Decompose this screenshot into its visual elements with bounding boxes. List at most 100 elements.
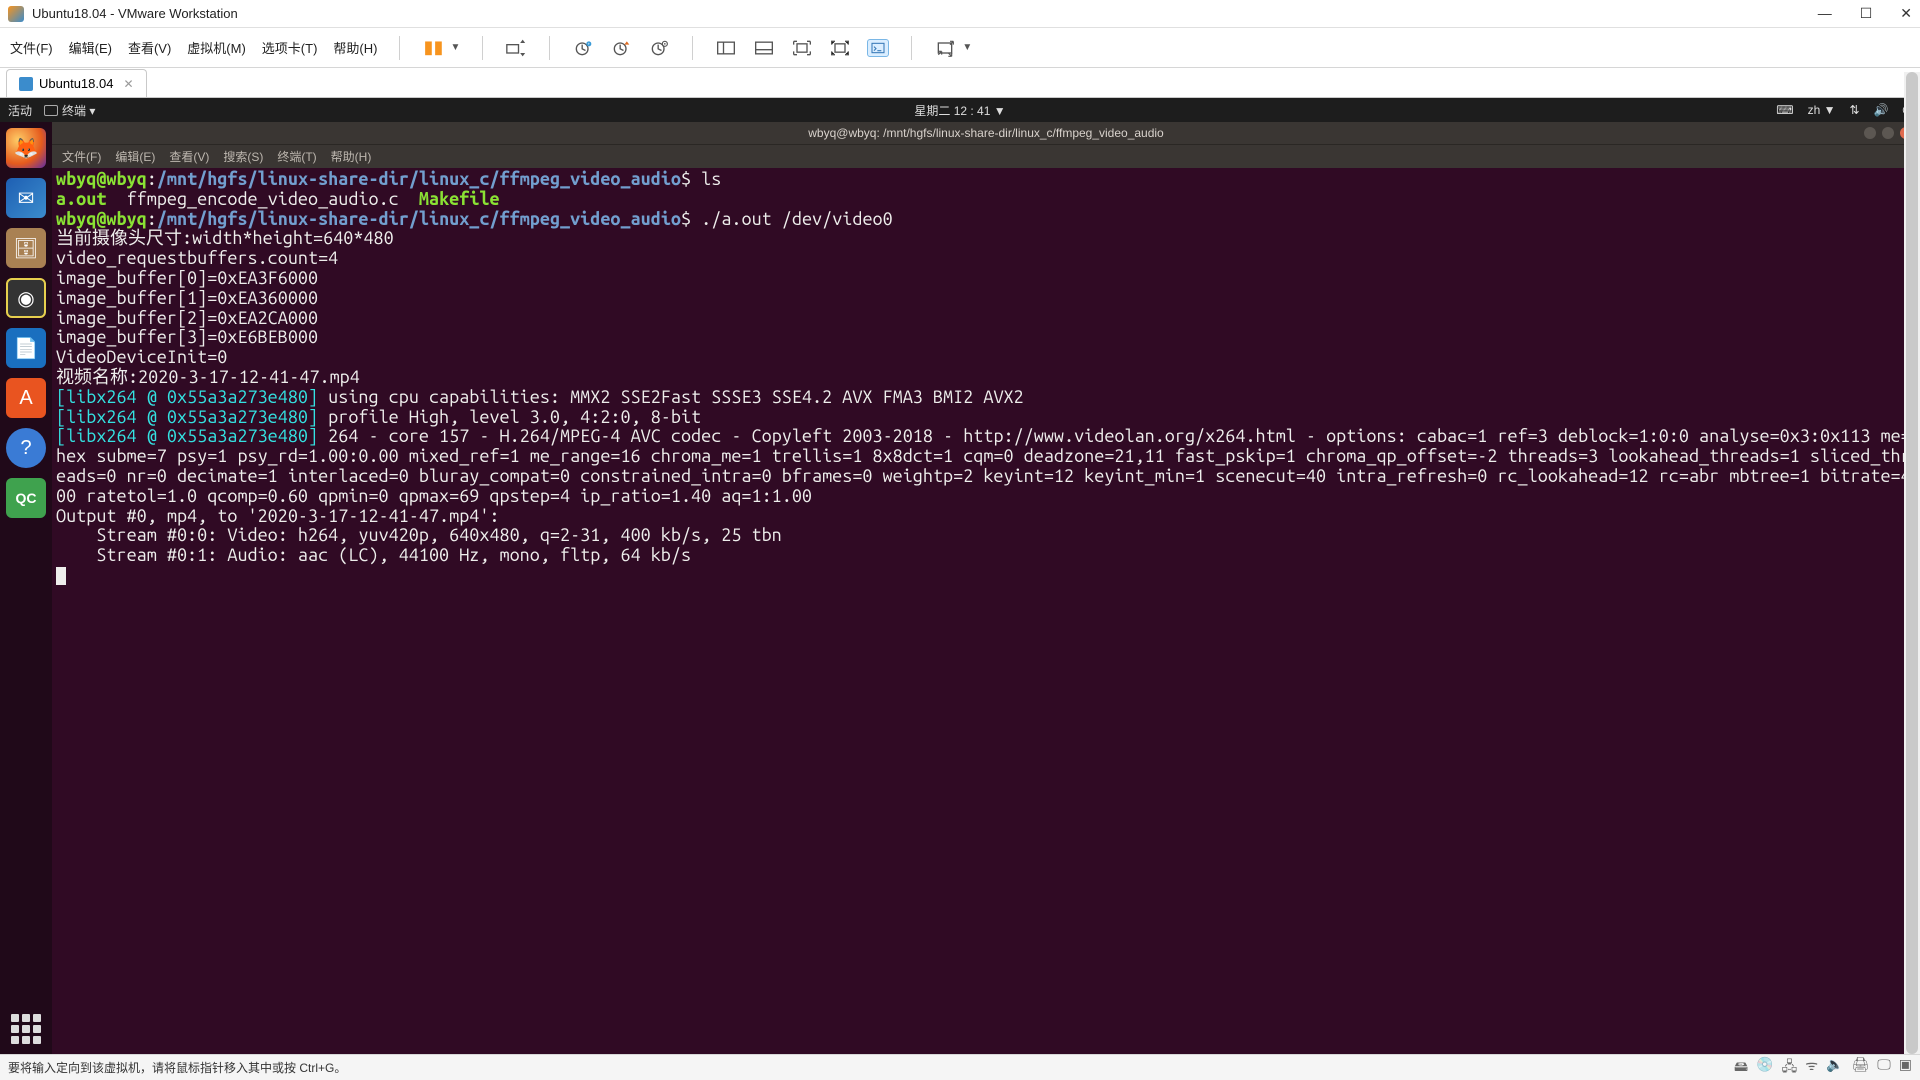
- vmware-menubar: 文件(F) 编辑(E) 查看(V) 虚拟机(M) 选项卡(T) 帮助(H) ▮▮…: [0, 28, 1920, 68]
- device-cd-icon[interactable]: 💿: [1756, 1056, 1773, 1080]
- menu-vm[interactable]: 虚拟机(M): [187, 38, 246, 57]
- out-buf1: image_buffer[1]=0xEA360000: [56, 288, 318, 308]
- vmware-scrollbar[interactable]: [1904, 72, 1920, 1054]
- vmware-tabstrip: Ubuntu18.04 ✕: [0, 68, 1920, 98]
- ubuntu-dock: 🦊 ✉ 🗄 ◉ 📄 A ? >_ QC: [0, 122, 52, 1054]
- quick-switch-icon[interactable]: [867, 39, 889, 57]
- toolbar-separator: [399, 36, 400, 60]
- system-tray: ⌨ zh ▼ ⇅ 🔊 ⏻: [1776, 103, 1912, 118]
- dock-firefox-icon[interactable]: 🦊: [6, 128, 46, 168]
- term-menu-search[interactable]: 搜索(S): [223, 148, 263, 165]
- dock-writer-icon[interactable]: 📄: [6, 328, 46, 368]
- unity-mode-icon[interactable]: [829, 39, 851, 57]
- terminal-minimize-icon[interactable]: [1864, 127, 1876, 139]
- terminal-mini-icon: [44, 105, 58, 116]
- terminal-maximize-icon[interactable]: [1882, 127, 1894, 139]
- stretch-guest-icon[interactable]: [934, 39, 956, 57]
- prompt-user: wbyq@wbyq: [56, 169, 147, 189]
- toolbar-separator-2: [482, 36, 483, 60]
- out-vname: 视频名称:2020-3-17-12-41-47.mp4: [56, 367, 360, 387]
- snapshot-take-icon[interactable]: +: [572, 39, 594, 57]
- view-single-icon[interactable]: [715, 39, 737, 57]
- terminal-output[interactable]: wbyq@wbyq:/mnt/hgfs/linux-share-dir/linu…: [52, 168, 1920, 588]
- view-console-icon[interactable]: [753, 39, 775, 57]
- maximize-button[interactable]: ☐: [1860, 5, 1873, 22]
- out-buf0: image_buffer[0]=0xEA3F6000: [56, 268, 318, 288]
- menu-view[interactable]: 查看(V): [128, 38, 171, 57]
- terminal-titlebar: wbyq@wbyq: /mnt/hgfs/linux-share-dir/lin…: [52, 122, 1920, 144]
- top-app-label: 终端 ▾: [62, 102, 95, 119]
- snapshot-revert-icon[interactable]: [610, 39, 632, 57]
- out-output: Output #0, mp4, to '2020-3-17-12-41-47.m…: [56, 506, 500, 526]
- activities-button[interactable]: 活动: [8, 102, 32, 119]
- device-network-icon[interactable]: 🖧: [1782, 1056, 1798, 1080]
- ls-source: ffmpeg_encode_video_audio.c: [127, 189, 399, 209]
- libx264-cpu: using cpu capabilities: MMX2 SSE2Fast SS…: [318, 387, 1024, 407]
- out-camsize: 当前摄像头尺寸:width*height=640*480: [56, 228, 394, 248]
- dock-software-icon[interactable]: A: [6, 378, 46, 418]
- device-sound-icon[interactable]: 🔈: [1826, 1056, 1843, 1080]
- terminal-window-title: wbyq@wbyq: /mnt/hgfs/linux-share-dir/lin…: [808, 126, 1163, 140]
- term-menu-terminal[interactable]: 终端(T): [277, 148, 316, 165]
- vm-tab-ubuntu[interactable]: Ubuntu18.04 ✕: [6, 69, 147, 97]
- vm-tab-label: Ubuntu18.04: [39, 76, 113, 91]
- device-usb-icon[interactable]: ᯤ: [1805, 1056, 1818, 1080]
- snapshot-manager-icon[interactable]: [648, 39, 670, 57]
- cmd-ls: ls: [701, 169, 721, 189]
- out-buf3: image_buffer[3]=0xE6BEB000: [56, 327, 318, 347]
- out-stream0: Stream #0:0: Video: h264, yuv420p, 640x4…: [56, 525, 782, 545]
- device-camera-icon[interactable]: ▣: [1899, 1056, 1912, 1080]
- term-menu-file[interactable]: 文件(F): [62, 148, 101, 165]
- term-menu-view[interactable]: 查看(V): [169, 148, 209, 165]
- out-reqbuf: video_requestbuffers.count=4: [56, 248, 338, 268]
- toolbar-separator-3: [549, 36, 550, 60]
- device-hdd-icon[interactable]: 🖴: [1734, 1056, 1748, 1080]
- ubuntu-top-panel: 活动 终端 ▾ 星期二 12 : 41 ▼ ⌨ zh ▼ ⇅ 🔊 ⏻: [0, 98, 1920, 122]
- ls-aout: a.out: [56, 189, 106, 209]
- menu-help[interactable]: 帮助(H): [333, 38, 377, 57]
- minimize-button[interactable]: —: [1818, 5, 1832, 22]
- vm-tab-close-icon[interactable]: ✕: [123, 77, 133, 91]
- clock[interactable]: 星期二 12 : 41 ▼: [914, 102, 1005, 119]
- language-indicator[interactable]: zh ▼: [1808, 103, 1836, 117]
- dock-rhythmbox-icon[interactable]: ◉: [6, 278, 46, 318]
- stretch-dropdown-caret[interactable]: ▼: [962, 42, 972, 53]
- vmware-device-icons: 🖴 💿 🖧 ᯤ 🔈 🖨 🖵 ▣: [1734, 1056, 1912, 1080]
- menu-tabs[interactable]: 选项卡(T): [262, 38, 318, 57]
- send-ctrl-alt-del-icon[interactable]: [505, 39, 527, 57]
- dock-thunderbird-icon[interactable]: ✉: [6, 178, 46, 218]
- pause-vm-icon[interactable]: ▮▮: [422, 39, 444, 57]
- libx264-tag: [libx264 @ 0x55a3a273e480]: [56, 387, 318, 407]
- vmware-window-title: Ubuntu18.04 - VMware Workstation: [32, 6, 238, 21]
- volume-icon[interactable]: 🔊: [1874, 103, 1889, 117]
- terminal-window: wbyq@wbyq: /mnt/hgfs/linux-share-dir/lin…: [52, 122, 1920, 1054]
- dock-help-icon[interactable]: ?: [6, 428, 46, 468]
- fullscreen-icon[interactable]: [791, 39, 813, 57]
- menu-file[interactable]: 文件(F): [10, 38, 53, 57]
- cmd-run: ./a.out /dev/video0: [701, 209, 893, 229]
- top-app-indicator[interactable]: 终端 ▾: [44, 102, 95, 119]
- status-hint: 要将输入定向到该虚拟机，请将鼠标指针移入其中或按 Ctrl+G。: [8, 1059, 346, 1076]
- term-menu-help[interactable]: 帮助(H): [331, 148, 372, 165]
- vm-tab-icon: [19, 77, 33, 91]
- dock-files-icon[interactable]: 🗄: [6, 228, 46, 268]
- network-icon[interactable]: ⇅: [1849, 103, 1859, 117]
- terminal-menubar: 文件(F) 编辑(E) 查看(V) 搜索(S) 终端(T) 帮助(H): [52, 144, 1920, 168]
- libx264-options: 264 - core 157 - H.264/MPEG-4 AVC codec …: [56, 426, 1911, 505]
- close-button[interactable]: ✕: [1900, 5, 1912, 22]
- dock-show-apps-icon[interactable]: [11, 1014, 41, 1044]
- term-menu-edit[interactable]: 编辑(E): [115, 148, 155, 165]
- dock-qtcreator-icon[interactable]: QC: [6, 478, 46, 518]
- out-stream1: Stream #0:1: Audio: aac (LC), 44100 Hz, …: [56, 545, 691, 565]
- guest-display[interactable]: 活动 终端 ▾ 星期二 12 : 41 ▼ ⌨ zh ▼ ⇅ 🔊 ⏻ 🦊 ✉ 🗄…: [0, 98, 1920, 1054]
- device-display-icon[interactable]: 🖵: [1877, 1056, 1891, 1080]
- pause-dropdown-caret[interactable]: ▼: [450, 42, 460, 53]
- vmware-statusbar: 要将输入定向到该虚拟机，请将鼠标指针移入其中或按 Ctrl+G。 🖴 💿 🖧 ᯤ…: [0, 1054, 1920, 1080]
- device-printer-icon[interactable]: 🖨: [1851, 1056, 1869, 1080]
- menu-edit[interactable]: 编辑(E): [69, 38, 112, 57]
- keyboard-icon[interactable]: ⌨: [1776, 103, 1793, 117]
- scrollbar-thumb[interactable]: [1906, 72, 1918, 1054]
- terminal-cursor: [56, 567, 66, 585]
- vmware-titlebar: Ubuntu18.04 - VMware Workstation — ☐ ✕: [0, 0, 1920, 28]
- toolbar-separator-4: [692, 36, 693, 60]
